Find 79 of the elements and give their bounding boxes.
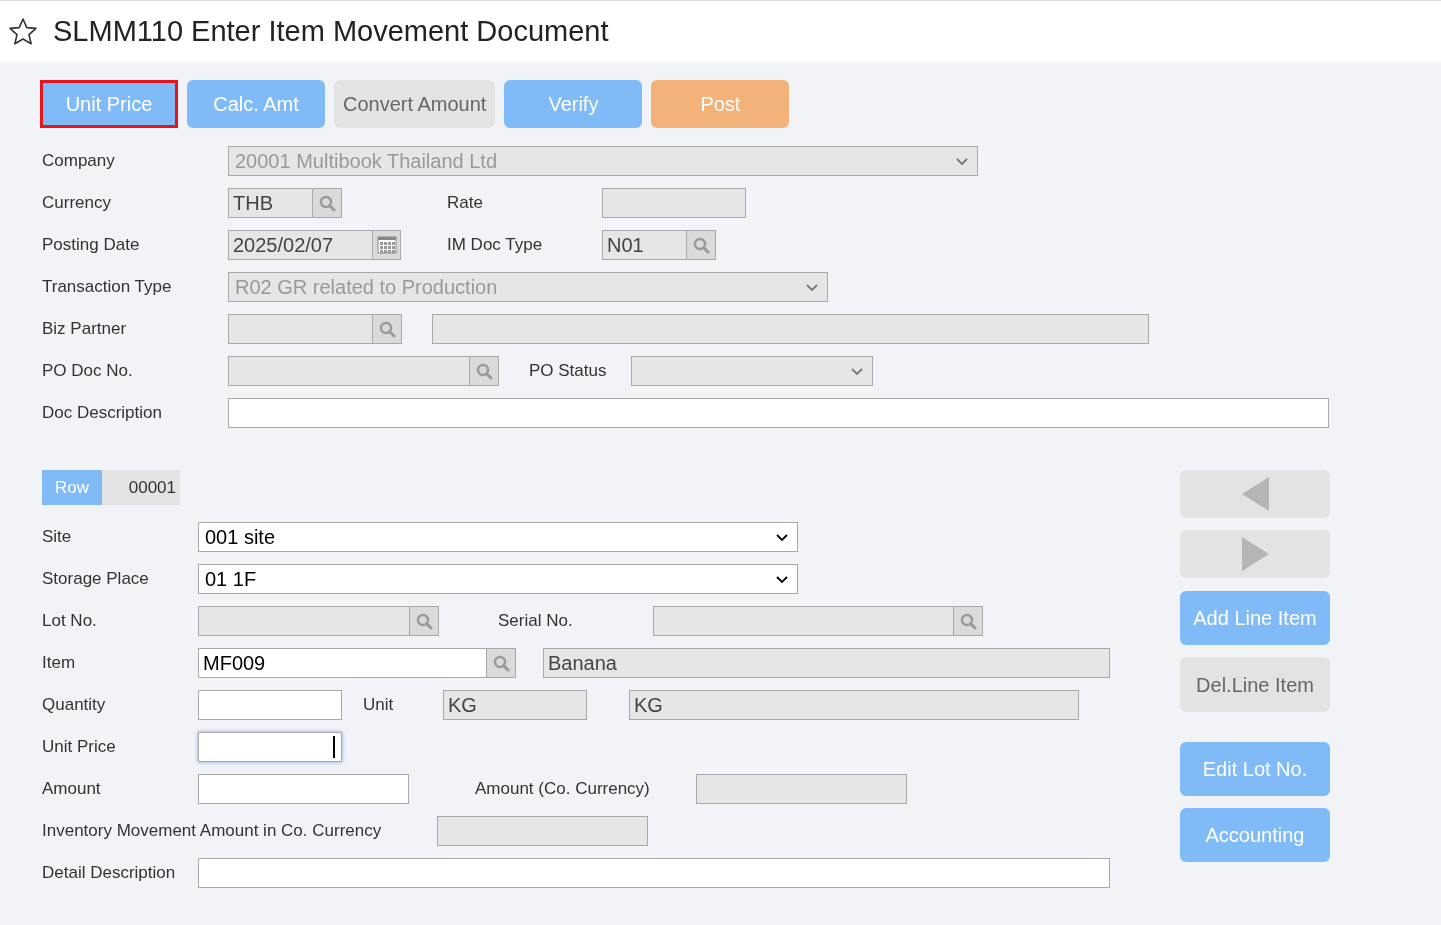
field-label: Item bbox=[42, 652, 77, 675]
chevron-down-icon bbox=[775, 573, 789, 585]
field-label: Transaction Type bbox=[42, 276, 173, 299]
field-label: Amount (Co. Currency) bbox=[475, 778, 651, 801]
field-label: IM Doc Type bbox=[447, 234, 544, 257]
field-label: Quantity bbox=[42, 694, 107, 717]
field-label: PO Doc No. bbox=[42, 360, 134, 383]
search-button[interactable] bbox=[954, 606, 983, 636]
input-field[interactable] bbox=[198, 690, 342, 720]
toolbar-button[interactable]: Verify bbox=[504, 80, 643, 128]
field-label: Unit bbox=[363, 694, 395, 717]
field-label: Doc Description bbox=[42, 402, 163, 425]
search-icon bbox=[475, 362, 493, 380]
input-field: KG bbox=[443, 690, 587, 720]
input-field[interactable] bbox=[198, 774, 409, 804]
search-button[interactable] bbox=[687, 230, 716, 260]
field-label: Posting Date bbox=[42, 234, 141, 257]
field-label: Currency bbox=[42, 192, 112, 215]
left-triangle-icon bbox=[1241, 477, 1269, 511]
input-field[interactable] bbox=[198, 858, 1110, 888]
toolbar-button[interactable]: Convert Amount bbox=[334, 80, 496, 128]
page-title: SLMM110 Enter Item Movement Document bbox=[53, 13, 609, 49]
row-number: 00001 bbox=[102, 470, 180, 505]
right-triangle-icon bbox=[1241, 537, 1269, 571]
input-field[interactable] bbox=[228, 356, 470, 386]
field-label: PO Status bbox=[529, 360, 608, 383]
input-field[interactable] bbox=[696, 774, 907, 804]
input-field[interactable] bbox=[228, 314, 373, 344]
field-label: Lot No. bbox=[42, 610, 98, 633]
field-label: Inventory Movement Amount in Co. Currency bbox=[42, 820, 383, 843]
search-button[interactable] bbox=[373, 314, 402, 344]
chevron-down-icon bbox=[850, 365, 864, 377]
search-icon bbox=[318, 194, 336, 212]
toolbar-button[interactable]: Post bbox=[651, 80, 790, 128]
search-button[interactable] bbox=[313, 188, 342, 218]
field-label: Amount bbox=[42, 778, 102, 801]
input-field[interactable]: 2025/02/07 bbox=[228, 230, 373, 260]
search-button[interactable] bbox=[470, 356, 499, 386]
input-field[interactable] bbox=[228, 398, 1329, 428]
field-label: Site bbox=[42, 526, 73, 549]
field-label: Detail Description bbox=[42, 862, 177, 885]
chevron-down-icon bbox=[955, 155, 969, 167]
input-field: KG bbox=[629, 690, 1079, 720]
text-cursor bbox=[333, 736, 335, 758]
field-label: Biz Partner bbox=[42, 318, 128, 341]
search-icon bbox=[378, 320, 396, 338]
toolbar-button[interactable]: Unit Price bbox=[40, 80, 178, 128]
action-button[interactable]: Accounting bbox=[1180, 808, 1330, 862]
input-field: Banana bbox=[543, 648, 1110, 678]
input-field[interactable] bbox=[437, 816, 648, 846]
input-field[interactable]: N01 bbox=[602, 230, 687, 260]
field-label: Company bbox=[42, 150, 116, 173]
dropdown[interactable]: 01 1F bbox=[198, 564, 798, 594]
dropdown[interactable]: 001 site bbox=[198, 522, 798, 552]
field-label: Unit Price bbox=[42, 736, 117, 759]
field-label: Storage Place bbox=[42, 568, 150, 591]
input-field[interactable] bbox=[602, 188, 746, 218]
input-field[interactable] bbox=[198, 606, 410, 636]
search-icon bbox=[959, 612, 977, 630]
search-icon bbox=[692, 236, 710, 254]
action-button[interactable]: Edit Lot No. bbox=[1180, 742, 1330, 796]
toolbar-button[interactable]: Calc. Amt bbox=[187, 80, 325, 128]
star-icon[interactable] bbox=[8, 16, 38, 47]
calendar-icon bbox=[376, 235, 397, 255]
action-button[interactable]: Add Line Item bbox=[1180, 591, 1330, 645]
search-button[interactable] bbox=[487, 648, 516, 678]
input-field[interactable]: MF009 bbox=[198, 648, 487, 678]
input-field[interactable]: THB bbox=[228, 188, 313, 218]
search-icon bbox=[492, 654, 510, 672]
input-field[interactable] bbox=[653, 606, 954, 636]
calendar-button[interactable] bbox=[373, 230, 401, 260]
field-label: Rate bbox=[447, 192, 484, 215]
chevron-down-icon bbox=[775, 531, 789, 543]
field-label: Serial No. bbox=[498, 610, 574, 633]
chevron-down-icon bbox=[805, 281, 819, 293]
row-label: Row bbox=[42, 470, 102, 505]
input-field[interactable] bbox=[198, 732, 342, 762]
search-button[interactable] bbox=[410, 606, 439, 636]
search-icon bbox=[415, 612, 433, 630]
